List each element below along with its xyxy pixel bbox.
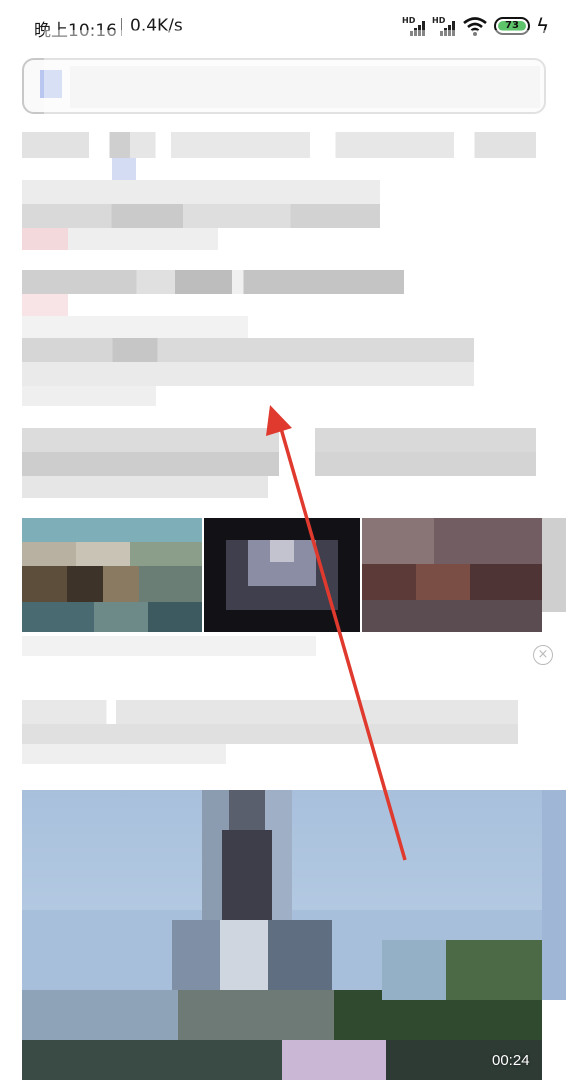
feed-text-row — [68, 228, 218, 250]
feed-text-row — [22, 316, 248, 338]
feed-thumbnail[interactable] — [22, 518, 202, 632]
video-thumbnail[interactable] — [22, 790, 542, 1080]
feed-text-row — [22, 270, 404, 294]
close-icon[interactable]: × — [533, 645, 553, 665]
feed-text-row — [22, 180, 380, 204]
feed-text-row — [112, 158, 136, 180]
feed-text-row — [22, 132, 536, 158]
video-thumbnail-edge — [542, 790, 566, 1000]
feed-meta-row — [22, 636, 316, 656]
feed-text-row — [22, 428, 536, 452]
feed-text-row — [22, 452, 536, 476]
feed-text-row — [22, 386, 156, 406]
overlay-mask — [44, 30, 554, 130]
feed-thumbnail-edge — [542, 518, 566, 612]
feed-text-row — [22, 700, 518, 724]
feed-text-row — [22, 362, 474, 386]
feed-text-row — [22, 724, 518, 744]
feed-thumbnail[interactable] — [204, 518, 360, 632]
feed-thumbnail[interactable] — [362, 518, 542, 632]
video-duration: 00:24 — [492, 1052, 530, 1069]
feed-text-row — [22, 338, 474, 362]
feed-text-row — [22, 228, 68, 250]
feed-text-row — [22, 204, 380, 228]
feed-text-row — [22, 476, 268, 498]
feed-text-row — [22, 294, 68, 316]
feed-text-row — [22, 744, 226, 764]
